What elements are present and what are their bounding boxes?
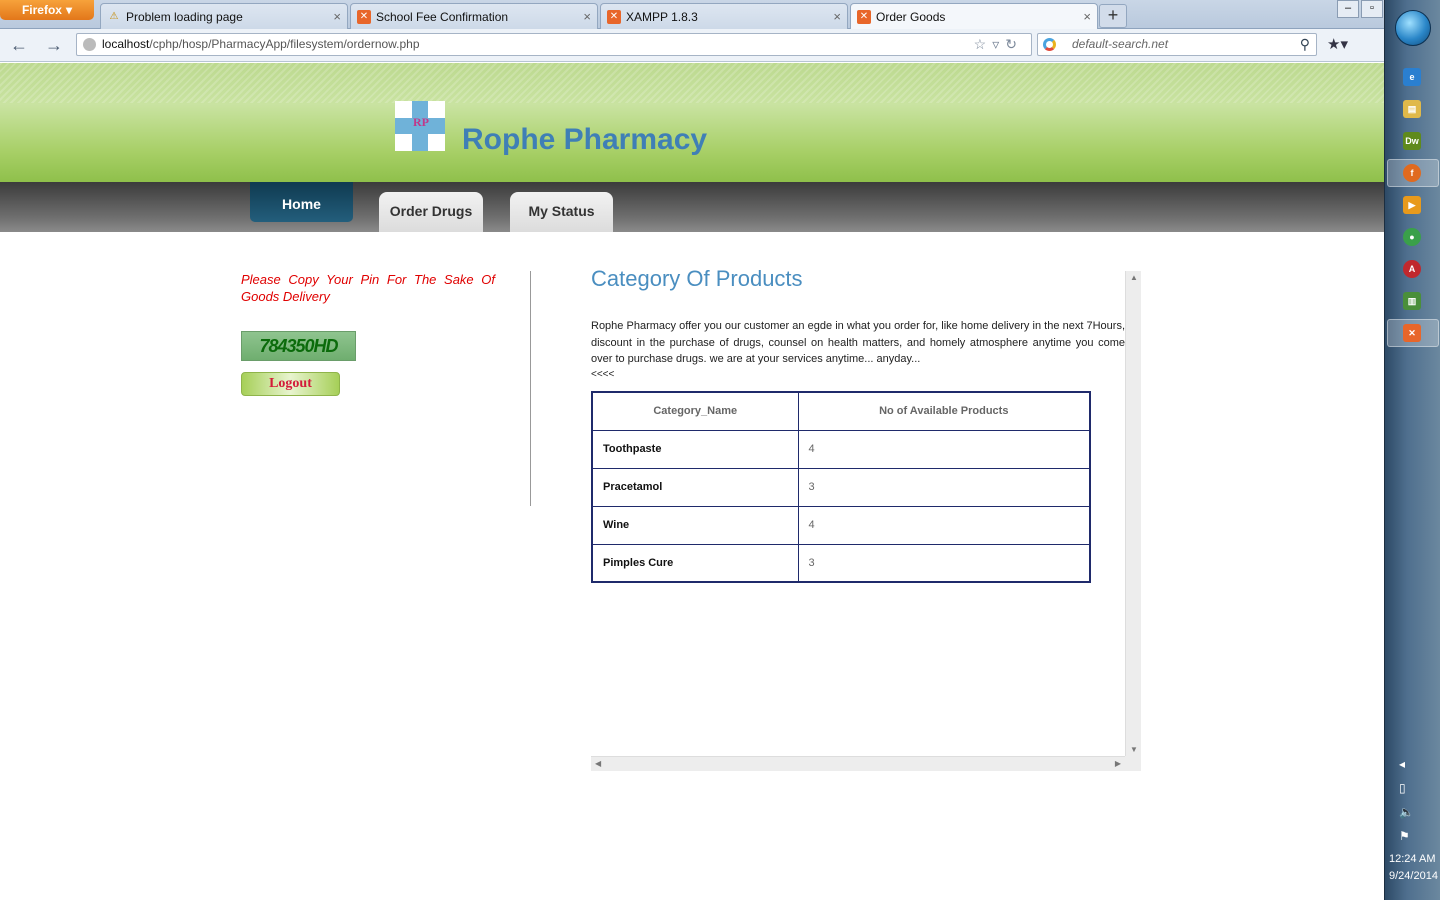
menu-home[interactable]: Home — [250, 182, 353, 222]
table-row[interactable]: Pimples Cure 3 — [591, 543, 1091, 583]
category-title: Category Of Products — [591, 266, 803, 291]
site-title: Rophe Pharmacy — [462, 123, 708, 156]
xampp-icon: ✕ — [857, 9, 871, 24]
tab-order-goods[interactable]: ✕ Order Goods × — [850, 3, 1098, 29]
reload-icon[interactable]: ↻ — [1005, 36, 1023, 52]
dropdown-icon[interactable]: ▿ — [992, 36, 1005, 52]
back-arrow-icon[interactable]: ← — [10, 35, 28, 56]
category-frame: Category Of Products Rophe Pharmacy offe… — [591, 266, 1141, 771]
globe-icon — [83, 38, 96, 51]
xampp-icon: ✕ — [357, 9, 371, 24]
url-host: localhost — [102, 37, 150, 51]
navigation-toolbar: ← → localhost/cphp/hosp/PharmacyApp/file… — [0, 29, 1384, 62]
search-placeholder: default-search.net — [1072, 37, 1169, 51]
firefox-icon[interactable]: f — [1403, 164, 1421, 182]
scroll-right-icon[interactable]: ▶ — [1115, 759, 1121, 768]
url-bar[interactable]: localhost/cphp/hosp/PharmacyApp/filesyst… — [76, 33, 1032, 56]
scroll-up-icon[interactable]: ▲ — [1130, 273, 1138, 282]
product-count: 4 — [797, 429, 1091, 469]
category-name: Pracetamol — [591, 467, 799, 507]
tab-title: School Fee Confirmation — [376, 9, 509, 24]
maximize-icon[interactable]: ▫ — [1361, 0, 1383, 18]
xampp-icon[interactable]: ✕ — [1403, 324, 1421, 342]
search-bar[interactable]: default-search.net ⚲ — [1037, 33, 1317, 56]
menu-my-status[interactable]: My Status — [510, 192, 613, 232]
minimize-icon[interactable]: – — [1337, 0, 1359, 18]
search-icon[interactable]: ⚲ — [1300, 34, 1310, 55]
category-table: Category_Name No of Available Products T… — [591, 391, 1091, 583]
main-menu: Home Order Drugs My Status — [0, 182, 1384, 232]
column-header-count: No of Available Products — [797, 391, 1091, 431]
bookmarks-icon[interactable]: ★▾ — [1327, 35, 1348, 53]
tab-xampp[interactable]: ✕ XAMPP 1.8.3 × — [600, 3, 848, 29]
site-header: RP Rophe Pharmacy — [0, 63, 1384, 182]
clock-date: 9/24/2014 — [1389, 870, 1438, 882]
firefox-menu-label: Firefox — [21, 3, 62, 17]
forward-arrow-icon[interactable]: → — [45, 35, 63, 56]
pin-code: 784350HD — [241, 331, 356, 361]
scroll-down-icon[interactable]: ▼ — [1130, 745, 1138, 754]
table-row[interactable]: Wine 4 — [591, 505, 1091, 545]
table-header-row: Category_Name No of Available Products — [591, 391, 1091, 431]
new-tab-button[interactable]: + — [1099, 4, 1127, 28]
show-hidden-icons[interactable]: ◂ — [1399, 757, 1405, 771]
scrollbar-corner — [1125, 756, 1141, 771]
tab-title: Problem loading page — [126, 9, 243, 24]
close-icon[interactable]: × — [333, 9, 341, 24]
close-icon[interactable]: × — [1083, 9, 1091, 24]
frame-horizontal-scrollbar[interactable]: ◀ ▶ — [591, 756, 1125, 771]
pin-note: Please Copy Your Pin For The Sake Of Goo… — [241, 272, 495, 304]
column-header-category: Category_Name — [591, 391, 799, 431]
category-name: Toothpaste — [591, 429, 799, 469]
action-center-icon[interactable]: ⚑ — [1399, 829, 1410, 843]
category-name: Pimples Cure — [591, 543, 799, 583]
logout-button[interactable]: Logout — [241, 372, 340, 396]
warning-icon: ⚠ — [109, 11, 119, 22]
table-row[interactable]: Pracetamol 3 — [591, 467, 1091, 507]
browser-tab-bar: Firefox ▾ ⚠ Problem loading page × ✕ Sch… — [0, 0, 1384, 29]
product-count: 4 — [797, 505, 1091, 545]
menu-order-drugs[interactable]: Order Drugs — [379, 192, 483, 232]
excel-chart-icon[interactable]: ▥ — [1403, 292, 1421, 310]
chevron-down-icon: ▾ — [65, 3, 73, 17]
network-icon[interactable]: ▯ — [1399, 781, 1406, 795]
close-icon[interactable]: × — [833, 9, 841, 24]
start-button[interactable] — [1395, 10, 1431, 46]
web-page: RP Rophe Pharmacy Home Order Drugs My St… — [0, 63, 1384, 900]
xampp-icon: ✕ — [607, 9, 621, 24]
clock-time: 12:24 AM — [1389, 853, 1436, 865]
volume-icon[interactable]: 🔈 — [1399, 805, 1414, 819]
url-path: /cphp/hosp/PharmacyApp/filesystem/ordern… — [149, 37, 420, 51]
pin-panel: Please Copy Your Pin For The Sake Of Goo… — [241, 271, 531, 506]
dreamweaver-icon[interactable]: Dw — [1403, 132, 1421, 150]
frame-vertical-scrollbar[interactable]: ▲ ▼ — [1125, 271, 1141, 756]
url-actions: ☆▿↻ — [974, 34, 1023, 55]
category-name: Wine — [591, 505, 799, 545]
tab-title: Order Goods — [876, 9, 946, 24]
clock[interactable]: 12:24 AM 9/24/2014 — [1389, 851, 1440, 885]
pharmacy-cross-logo: RP — [395, 101, 445, 151]
table-row[interactable]: Toothpaste 4 — [591, 429, 1091, 469]
product-count: 3 — [797, 467, 1091, 507]
file-explorer-icon[interactable]: ▤ — [1403, 100, 1421, 118]
star-icon[interactable]: ☆ — [974, 36, 993, 52]
media-player-icon[interactable]: ▶ — [1403, 196, 1421, 214]
scroll-left-icon[interactable]: ◀ — [595, 759, 601, 768]
back-link[interactable]: <<<< — [591, 369, 614, 380]
logo-mark: RP — [413, 115, 429, 129]
tab-problem-loading[interactable]: ⚠ Problem loading page × — [100, 3, 348, 29]
product-count: 3 — [797, 543, 1091, 583]
internet-explorer-icon[interactable]: e — [1403, 68, 1421, 86]
tab-title: XAMPP 1.8.3 — [626, 9, 698, 24]
windows-taskbar: e ▤ Dw f ▶ ● A ▥ ✕ ◂ ▯ 🔈 ⚑ 12:24 AM 9/24… — [1384, 0, 1440, 900]
acrobat-icon[interactable]: A — [1403, 260, 1421, 278]
category-description: Rophe Pharmacy offer you our customer an… — [591, 320, 1125, 365]
tab-school-fee[interactable]: ✕ School Fee Confirmation × — [350, 3, 598, 29]
chrome-icon[interactable]: ● — [1403, 228, 1421, 246]
firefox-menu-button[interactable]: Firefox ▾ — [0, 0, 94, 20]
close-icon[interactable]: × — [583, 9, 591, 24]
search-engine-icon[interactable] — [1043, 38, 1056, 51]
